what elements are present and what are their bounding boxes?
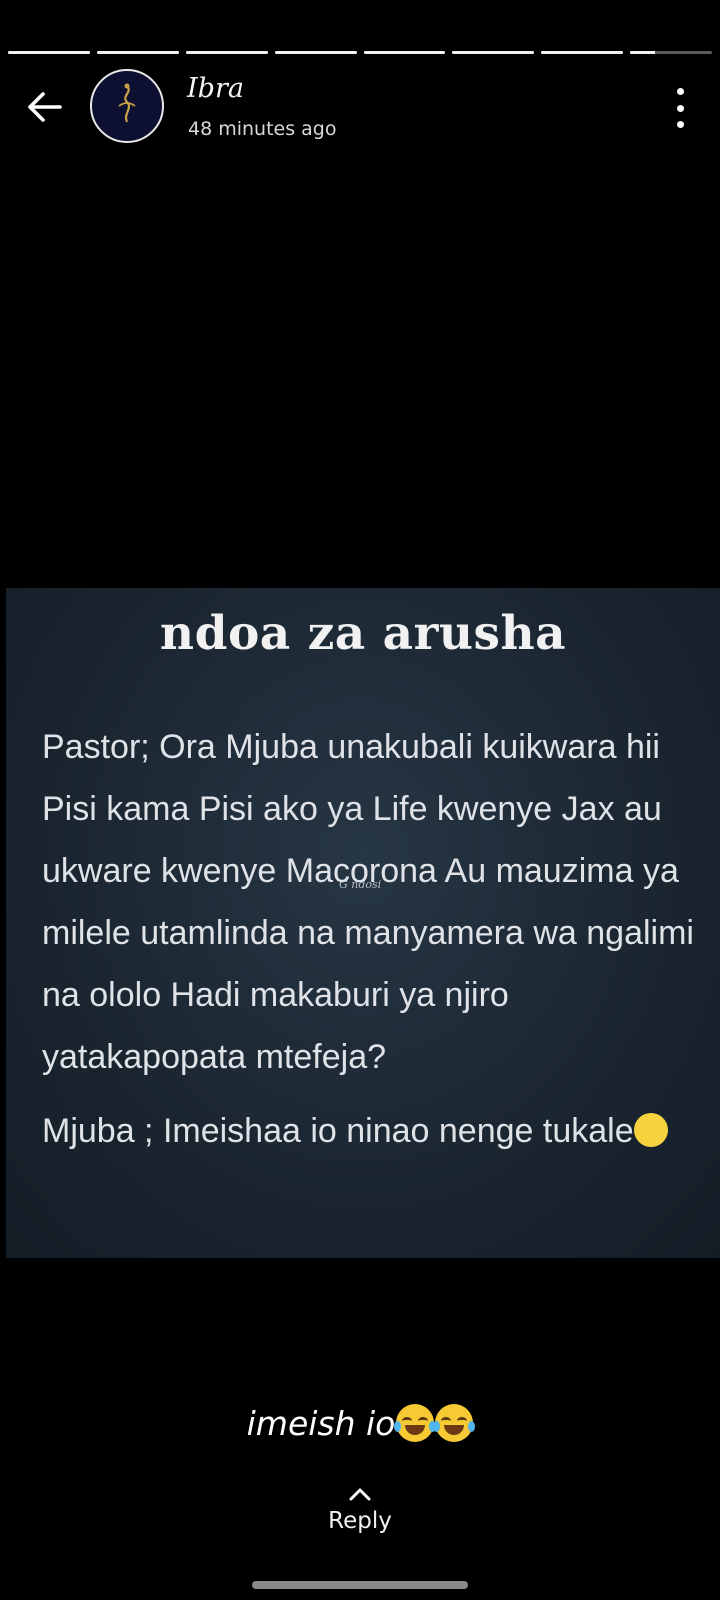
arrow-left-icon	[28, 92, 62, 122]
image-paragraph-pastor: Pastor; Ora Mjuba unakubali kuikwara hii…	[42, 728, 694, 1076]
progress-segment	[8, 51, 90, 54]
progress-segment	[363, 51, 446, 54]
chevron-up-icon	[349, 1488, 371, 1501]
story-progress-bar	[8, 51, 712, 55]
image-paragraph-mjuba: Mjuba ; Imeishaa io ninao nenge tukale	[42, 1100, 714, 1162]
image-text-body: Pastor; Ora Mjuba unakubali kuikwara hii…	[42, 716, 714, 1162]
progress-segment	[630, 51, 712, 54]
progress-segment	[541, 51, 624, 54]
image-paragraph-mjuba-text: Mjuba ; Imeishaa io ninao nenge tukale	[42, 1112, 634, 1150]
more-vertical-icon	[676, 88, 684, 95]
story-caption: imeish io	[0, 1404, 720, 1443]
progress-segment	[274, 51, 357, 54]
back-button[interactable]	[22, 84, 68, 130]
story-timestamp: 48 minutes ago	[188, 118, 337, 140]
reply-label: Reply	[328, 1508, 392, 1534]
caption-text: imeish io	[246, 1404, 396, 1443]
author-name[interactable]: Ibra	[187, 73, 244, 104]
story-header: Ibra 48 minutes ago	[0, 68, 720, 146]
reply-button[interactable]: Reply	[0, 1486, 720, 1534]
progress-segment	[96, 51, 179, 54]
image-title: ndoa za arusha	[159, 606, 567, 661]
laughing-emoji-icon	[633, 1113, 668, 1147]
avatar-logo-icon	[118, 83, 136, 123]
home-indicator[interactable]	[252, 1581, 468, 1589]
tears-of-joy-emoji-icon	[394, 1404, 437, 1442]
more-options-button[interactable]	[670, 88, 690, 128]
author-avatar[interactable]	[90, 69, 164, 143]
progress-segment	[452, 51, 535, 54]
story-image: ndoa za arusha G ndosi Pastor; Ora Mjuba…	[6, 588, 720, 1258]
tears-of-joy-emoji-icon	[433, 1404, 476, 1442]
progress-segment	[185, 51, 268, 54]
